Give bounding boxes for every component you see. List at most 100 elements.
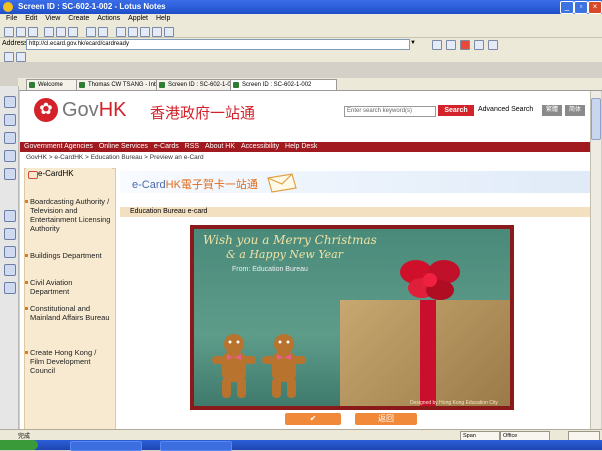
sidebar-item-broadcasting[interactable]: Boardcasting Authority / Television and …	[25, 197, 112, 233]
lang-traditional-button[interactable]: 繁體	[542, 105, 562, 116]
home-icon[interactable]	[164, 27, 174, 37]
send-button[interactable]: ✔	[285, 413, 341, 425]
menu-applet[interactable]: Applet	[128, 15, 148, 22]
window-title: Screen ID : SC-602-1-002 - Lotus Notes	[18, 2, 166, 11]
open-icon[interactable]	[4, 27, 14, 37]
toolbar	[0, 25, 602, 38]
maximize-button[interactable]: ▫	[574, 1, 588, 14]
gingerbread-illustration	[212, 334, 306, 398]
sidebar-item-civil-aviation[interactable]: Civil Aviation Department	[25, 278, 112, 296]
folder-icon[interactable]	[4, 228, 16, 240]
bullet-icon	[25, 307, 28, 310]
stop-icon[interactable]	[460, 40, 470, 50]
tab-screen-002[interactable]: Screen ID : SC-602-1-002	[230, 79, 337, 90]
lang-simplified-button[interactable]: 简体	[565, 105, 585, 116]
scrollbar-thumb[interactable]	[591, 98, 601, 140]
section-heading: Education Bureau e-card	[120, 207, 600, 217]
nav-about-hk[interactable]: About HK	[205, 143, 235, 150]
nav-e-cards[interactable]: e-Cards	[154, 143, 179, 150]
menu-help[interactable]: Help	[156, 15, 170, 22]
nav-government-agencies[interactable]: Government Agencies	[24, 143, 93, 150]
calendar-icon[interactable]	[4, 132, 16, 144]
bow-illustration	[400, 260, 460, 300]
tab-screen-000[interactable]: Screen ID : SC-602-1-000	[156, 79, 241, 90]
chevron-down-icon[interactable]: ▼	[410, 40, 416, 48]
back-icon[interactable]	[116, 27, 126, 37]
sidebar-item-buildings[interactable]: Buildings Department	[25, 251, 112, 260]
undo-icon[interactable]	[86, 27, 96, 37]
workspace-icon[interactable]	[4, 282, 16, 294]
favorites-icon[interactable]	[4, 246, 16, 258]
print-icon[interactable]	[28, 27, 38, 37]
minimize-button[interactable]: _	[560, 1, 574, 14]
cut-icon[interactable]	[44, 27, 54, 37]
nav-help-desk[interactable]: Help Desk	[285, 143, 317, 150]
ribbon-illustration	[420, 300, 436, 406]
nav-accessibility[interactable]: Accessibility	[241, 143, 279, 150]
globe-icon	[159, 82, 165, 88]
nav-online-services[interactable]: Online Services	[99, 143, 148, 150]
find-icon[interactable]	[98, 27, 108, 37]
menu-create[interactable]: Create	[68, 15, 89, 22]
mail-icon	[79, 82, 85, 88]
bookmark-panel	[0, 86, 19, 429]
start-button[interactable]	[0, 440, 38, 450]
main-nav: Government Agencies Online Services e-Ca…	[20, 142, 600, 152]
ecard-icon	[28, 171, 38, 179]
menu-bar: File Edit View Create Actions Applet Hel…	[0, 14, 602, 25]
database-icon[interactable]	[4, 210, 16, 222]
address-bar: Address http://cl.ecard.gov.hk/ecard/car…	[0, 38, 602, 50]
open-list-icon[interactable]	[16, 52, 26, 62]
vertical-scrollbar[interactable]	[590, 91, 601, 429]
copy-icon[interactable]	[56, 27, 66, 37]
bauhinia-icon: ✿	[39, 101, 53, 118]
menu-edit[interactable]: Edit	[25, 15, 37, 22]
back-arrow-icon[interactable]	[432, 40, 442, 50]
forward-arrow-icon[interactable]	[446, 40, 456, 50]
paste-icon[interactable]	[68, 27, 78, 37]
nav-rss[interactable]: RSS	[185, 143, 199, 150]
forward-icon[interactable]	[128, 27, 138, 37]
sidebar-item-create-hk[interactable]: Create Hong Kong / Film Development Coun…	[25, 348, 112, 375]
history-icon[interactable]	[4, 264, 16, 276]
refresh-icon[interactable]	[152, 27, 162, 37]
card-from: From: Education Bureau	[232, 266, 308, 273]
menu-actions[interactable]: Actions	[97, 15, 120, 22]
search-icon[interactable]	[488, 40, 498, 50]
menu-view[interactable]: View	[45, 15, 60, 22]
refresh-icon[interactable]	[474, 40, 484, 50]
contacts-icon[interactable]	[4, 150, 16, 162]
stop-icon[interactable]	[140, 27, 150, 37]
breadcrumb: GovHK > e-CardHK > Education Bureau > Pr…	[26, 154, 204, 161]
bookmark-icon[interactable]	[4, 52, 14, 62]
card-credit: Designed by Hong Kong Education City	[410, 400, 498, 406]
back-button[interactable]: 返回	[355, 413, 417, 425]
status-text: 完成	[18, 434, 31, 440]
todo-icon[interactable]	[4, 168, 16, 180]
home-icon[interactable]	[4, 96, 16, 108]
globe-icon	[233, 82, 239, 88]
envelope-icon	[267, 173, 297, 193]
close-button[interactable]: ×	[588, 1, 602, 14]
advanced-search-link[interactable]: Advanced Search	[478, 106, 533, 113]
sidebar-item-constitutional[interactable]: Constitutional and Mainland Affairs Bure…	[25, 304, 112, 322]
bullet-icon	[25, 200, 28, 203]
govhk-chinese-wordmark: 香港政府一站通	[150, 104, 256, 122]
tab-inbox[interactable]: Thomas CW TSANG - Inbox	[76, 79, 167, 90]
menu-file[interactable]: File	[6, 15, 17, 22]
mail-icon[interactable]	[4, 114, 16, 126]
card-greeting-line1: Wish you a Merry Christmas	[203, 233, 377, 247]
sidebar-title[interactable]: e-CardHK	[26, 168, 112, 180]
bullet-icon	[25, 281, 28, 284]
card-greeting-line2: & a Happy New Year	[226, 248, 343, 261]
lotus-notes-icon	[3, 2, 13, 12]
search-button[interactable]: Search	[438, 105, 474, 116]
search-input[interactable]: Enter search keyword(s)	[344, 106, 436, 117]
save-icon[interactable]	[16, 27, 26, 37]
title-bar: Screen ID : SC-602-1-002 - Lotus Notes _…	[0, 0, 602, 14]
address-label: Address	[2, 40, 28, 47]
address-input[interactable]: http://cl.ecard.gov.hk/ecard/cardready	[26, 39, 410, 50]
bullet-icon	[25, 351, 28, 354]
govhk-wordmark[interactable]: GovHK	[62, 99, 126, 122]
home-icon	[29, 82, 35, 88]
